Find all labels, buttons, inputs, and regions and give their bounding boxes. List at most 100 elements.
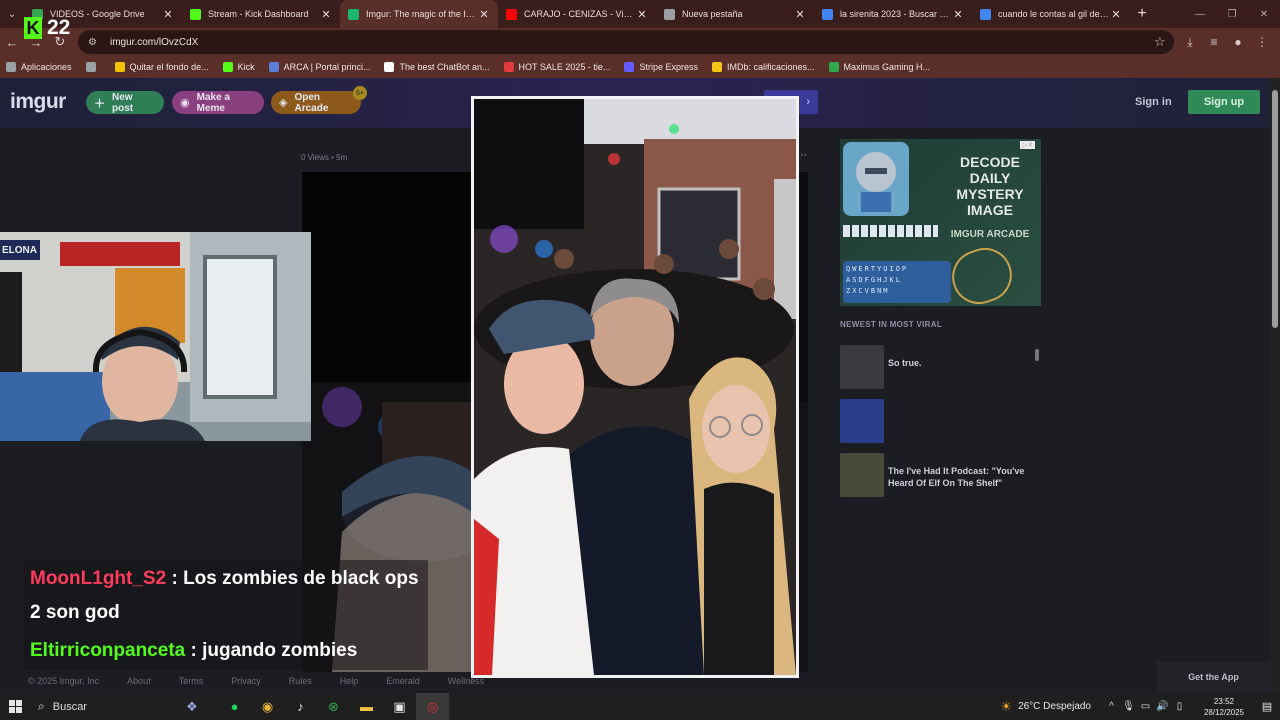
xbox-icon[interactable]: ⊗ xyxy=(317,693,350,720)
viral-thumbnail[interactable] xyxy=(840,453,884,497)
footer-link-help[interactable]: Help xyxy=(340,676,359,686)
browser-tab[interactable]: la sirenita 2023 - Buscar con Google✕ xyxy=(814,0,972,28)
tiktok-icon[interactable]: ♪ xyxy=(284,693,317,720)
weather-sun-icon: ☀ xyxy=(1000,698,1013,714)
kick-logo: K 22 xyxy=(24,16,78,40)
tab-close-icon[interactable]: ✕ xyxy=(478,8,490,21)
bookmark-favicon-icon xyxy=(85,62,96,72)
new-post-label: New post xyxy=(112,91,134,114)
new-post-button[interactable]: ＋ New post xyxy=(86,91,164,114)
browser-tab[interactable]: Imgur: The magic of the Internet✕ xyxy=(340,0,498,28)
taskbar-widget-icon[interactable]: ❖ xyxy=(166,693,218,720)
tab-close-icon[interactable]: ✕ xyxy=(794,8,806,21)
network-icon[interactable]: ▭ xyxy=(1137,701,1154,712)
browser-tab[interactable]: CARAJO - CENIZAS - Videoclip✕ xyxy=(498,0,656,28)
close-window-icon[interactable]: ✕ xyxy=(1248,0,1280,28)
taskbar-clock[interactable]: 23:52 28/12/2025 xyxy=(1194,696,1254,718)
address-bar[interactable]: ⚙ imgur.com/lOvzCdX ☆ xyxy=(78,30,1174,54)
download-icon[interactable]: ⤓ xyxy=(1178,30,1202,54)
bookmark-item[interactable]: ARCA | Portal princi... xyxy=(268,62,371,72)
get-the-app-button[interactable]: Get the App xyxy=(1157,661,1270,693)
taskbar-search[interactable]: ⌕ Buscar xyxy=(30,693,166,720)
knight-icon xyxy=(856,152,896,212)
restore-icon[interactable]: ❐ xyxy=(1216,0,1248,28)
bookmark-item[interactable]: Kick xyxy=(222,62,255,72)
notification-icon[interactable]: ▤ xyxy=(1254,700,1280,713)
app-icon[interactable]: ▣ xyxy=(383,693,416,720)
tab-close-icon[interactable]: ✕ xyxy=(952,8,964,21)
url-text[interactable]: imgur.com/lOvzCdX xyxy=(110,37,1154,48)
viral-thumbnail[interactable] xyxy=(840,345,884,389)
footer-link-privacy[interactable]: Privacy xyxy=(231,676,261,686)
bookmark-label: ARCA | Portal princi... xyxy=(283,62,371,72)
sign-up-button[interactable]: Sign up xyxy=(1188,90,1260,114)
viral-title[interactable]: So true. xyxy=(888,357,1038,369)
imgur-logo[interactable]: imgur xyxy=(10,90,66,114)
viral-item[interactable] xyxy=(840,399,1040,443)
microphone-icon[interactable]: 🎙 xyxy=(1120,701,1137,712)
bookmark-favicon-icon xyxy=(384,62,395,72)
volume-icon[interactable]: 🔊 xyxy=(1154,701,1171,712)
open-arcade-button[interactable]: ◈ Open Arcade xyxy=(271,91,361,114)
chat-message: Eltirriconpanceta : jugando zombies xyxy=(24,632,428,670)
bookmark-item[interactable]: Maximus Gaming H... xyxy=(828,62,930,72)
bookmark-item[interactable] xyxy=(85,62,101,72)
menu-kebab-icon[interactable]: ⋮ xyxy=(1250,30,1274,54)
bookmark-item[interactable]: Aplicaciones xyxy=(6,62,72,72)
page-scrollbar-thumb[interactable] xyxy=(1272,90,1278,328)
tab-favicon-icon xyxy=(348,8,359,20)
viral-item[interactable]: So true. xyxy=(840,345,1040,389)
windows-start-icon[interactable] xyxy=(0,700,30,713)
bookmark-star-icon[interactable]: ☆ xyxy=(1154,34,1174,50)
bookmark-item[interactable]: Stripe Express xyxy=(624,62,698,72)
tab-close-icon[interactable]: ✕ xyxy=(320,8,332,21)
tab-search-chevron-icon[interactable]: ⌄ xyxy=(0,0,24,28)
weather-widget[interactable]: ☀ 26°C Despejado xyxy=(1000,699,1091,715)
bookmarks-bar: Aplicaciones Quitar el fondo de... Kick ARC… xyxy=(0,56,1280,78)
viral-thumbnail[interactable] xyxy=(840,399,884,443)
plus-icon: ＋ xyxy=(94,97,105,110)
viral-item[interactable]: The I've Had It Podcast: "You've Heard O… xyxy=(840,453,1040,497)
tab-label: CARAJO - CENIZAS - Videoclip xyxy=(524,9,636,19)
site-info-icon[interactable]: ⚙ xyxy=(88,37,102,48)
browser-tab[interactable]: Nueva pestaña ✕ xyxy=(656,0,814,28)
minimize-icon[interactable]: — xyxy=(1184,0,1216,28)
adchoices-icon[interactable]: ▷✕ xyxy=(1020,141,1036,149)
bookmark-item[interactable]: HOT SALE 2025 - tie... xyxy=(503,62,610,72)
arcade-ad[interactable]: ▷✕ DECODE DAILY MYSTERY IMAGE IMGUR ARCA… xyxy=(840,139,1041,306)
footer-copyright: © 2025 Imgur, Inc xyxy=(28,675,100,686)
obs-icon[interactable]: ◎ xyxy=(416,693,449,720)
kick-k-icon: K xyxy=(24,17,42,39)
footer-link-terms[interactable]: Terms xyxy=(179,676,204,686)
tab-close-icon[interactable]: ✕ xyxy=(636,8,648,21)
make-meme-button[interactable]: ◉ Make a Meme xyxy=(172,91,264,114)
post-meta: 0 Views • 5m xyxy=(301,153,348,162)
post-image-lightbox[interactable] xyxy=(471,96,799,678)
footer-link-emerald[interactable]: Emerald xyxy=(386,676,420,686)
tab-close-icon[interactable]: ✕ xyxy=(162,8,174,21)
footer-link-rules[interactable]: Rules xyxy=(289,676,312,686)
reading-list-icon[interactable]: ≡ xyxy=(1202,30,1226,54)
page-scrollbar[interactable] xyxy=(1270,78,1280,693)
back-arrow-icon[interactable]: ← xyxy=(0,30,24,54)
bookmark-item[interactable]: IMDb: calificaciones... xyxy=(711,62,815,72)
browser-tab[interactable]: Stream - Kick Dashboard ✕ xyxy=(182,0,340,28)
tab-close-icon[interactable]: ✕ xyxy=(1110,8,1122,21)
bookmark-favicon-icon xyxy=(711,62,722,72)
chrome-icon[interactable]: ◉ xyxy=(251,693,284,720)
spotify-icon[interactable]: ● xyxy=(218,693,251,720)
file-explorer-icon[interactable]: ▬ xyxy=(350,693,383,720)
footer-link-about[interactable]: About xyxy=(127,676,151,686)
new-tab-button[interactable]: + xyxy=(1130,5,1154,23)
battery-icon[interactable]: ▯ xyxy=(1171,701,1188,712)
bookmark-item[interactable]: The best ChatBot an... xyxy=(384,62,490,72)
keyboard-row: ASDFGHJKL xyxy=(846,276,902,284)
clock-time: 23:52 xyxy=(1213,696,1235,706)
tray-chevron-icon[interactable]: ^ xyxy=(1103,701,1120,712)
bookmark-item[interactable]: Quitar el fondo de... xyxy=(114,62,209,72)
sign-in-link[interactable]: Sign in xyxy=(1135,96,1172,108)
viral-title[interactable]: The I've Had It Podcast: "You've Heard O… xyxy=(888,465,1038,489)
browser-tab[interactable]: cuando le contas al gil de tu colegio✕ xyxy=(972,0,1130,28)
profile-avatar-icon[interactable]: ● xyxy=(1226,30,1250,54)
kick-viewer-count: 22 xyxy=(47,16,71,39)
